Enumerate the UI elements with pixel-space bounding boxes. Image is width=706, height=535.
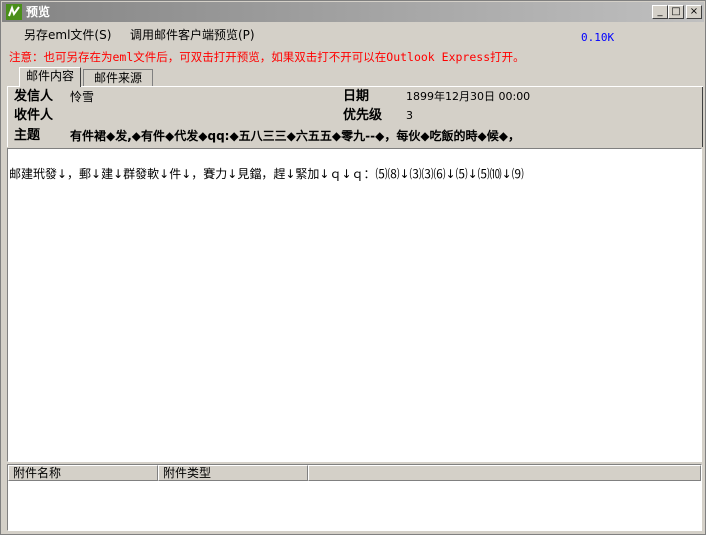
from-value: 怜雪: [70, 90, 95, 104]
column-header-attachment-type[interactable]: 附件类型: [158, 465, 308, 481]
tab-mail-content[interactable]: 邮件内容: [19, 67, 81, 87]
subject-value: 有件裙◆发,◆有件◆代发◆qq:◆五八三三◆六五五◆零九--◆，每伙◆吃飯的時◆…: [70, 129, 521, 143]
to-label: 收件人: [14, 108, 54, 123]
message-size-label: 0.10K: [581, 31, 615, 44]
mail-body-view[interactable]: 邮建玳發↓，郵↓建↓群發軟↓件↓，賽力↓見鐺，趕↓緊加↓ｑ↓ｑ：⑸⑻↓⑶⑶⑹↓⑸…: [7, 148, 702, 462]
priority-value: 3: [406, 109, 413, 122]
app-logo-icon: [6, 4, 22, 20]
close-button[interactable]: ×: [686, 5, 702, 19]
attachment-list[interactable]: 附件名称 附件类型: [7, 464, 702, 531]
date-label: 日期: [343, 89, 370, 104]
notice-text: 注意：也可另存在为eml文件后，可双击打开预览，如果双击打不开可以在Outloo…: [9, 50, 525, 64]
from-label: 发信人: [14, 89, 54, 104]
subject-label: 主题: [14, 128, 41, 143]
title-bar[interactable]: 预览 _ □ ×: [2, 2, 704, 22]
column-header-filler: [308, 465, 701, 481]
maximize-button[interactable]: □: [668, 5, 684, 19]
column-header-attachment-name[interactable]: 附件名称: [8, 465, 158, 481]
save-eml-menu-item[interactable]: 另存eml文件(S): [24, 27, 111, 43]
mail-body-text: 邮建玳發↓，郵↓建↓群發軟↓件↓，賽力↓見鐺，趕↓緊加↓ｑ↓ｑ：⑸⑻↓⑶⑶⑹↓⑸…: [9, 167, 524, 181]
mail-header-info: 发信人 怜雪 收件人 主题 有件裙◆发,◆有件◆代发◆qq:◆五八三三◆六五五◆…: [7, 87, 703, 147]
preview-window: 预览 _ □ × 另存eml文件(S) 调用邮件客户端预览(P) 0.10K 注…: [0, 0, 706, 535]
attachment-list-header: 附件名称 附件类型: [8, 465, 701, 481]
priority-label: 优先级: [343, 108, 383, 123]
date-value: 1899年12月30日 00:00: [406, 90, 531, 103]
tab-mail-source[interactable]: 邮件来源: [83, 69, 153, 86]
minimize-button[interactable]: _: [652, 5, 668, 19]
open-mail-client-menu-item[interactable]: 调用邮件客户端预览(P): [130, 27, 255, 43]
window-title: 预览: [26, 5, 51, 19]
